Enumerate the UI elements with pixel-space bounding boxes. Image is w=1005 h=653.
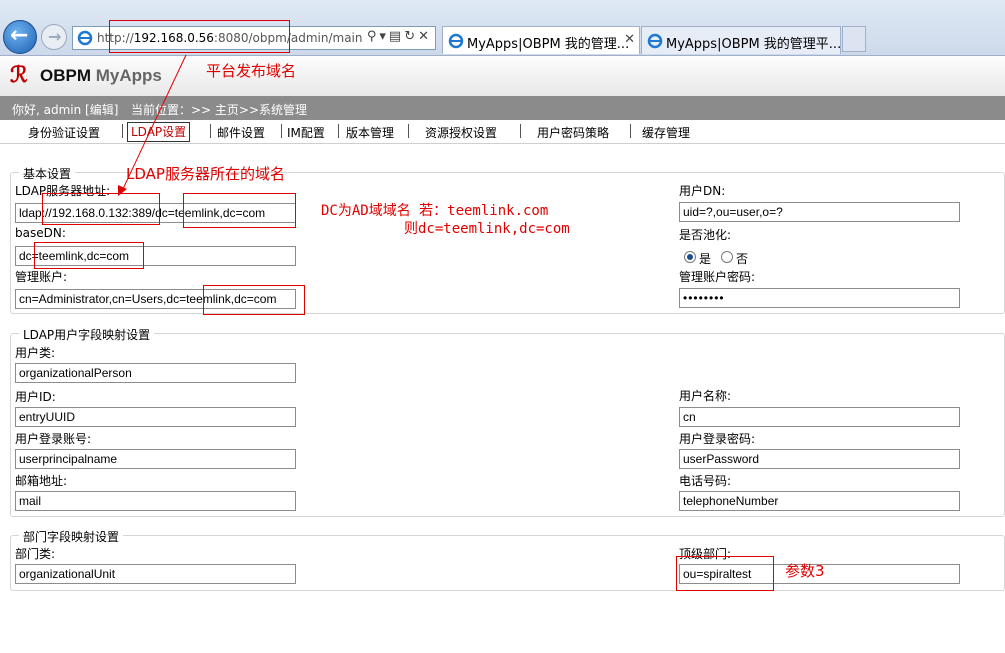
annotation-dc-line1: DC为AD域域名 若：teemlink.com xyxy=(321,203,549,219)
annotation-param3: 参数3 xyxy=(785,562,825,580)
annotation-box-admin-dc xyxy=(203,285,305,315)
annotation-box-basedn xyxy=(34,242,144,269)
annotation-platform-domain: 平台发布域名 xyxy=(206,62,297,80)
annotation-arrows xyxy=(118,54,187,196)
annotation-box-ip xyxy=(42,193,160,225)
annotation-ldap-domain: LDAP服务器所在的域名 xyxy=(126,165,285,183)
annotation-box-top-dept xyxy=(676,556,774,591)
annotation-box-dc xyxy=(183,193,296,228)
annotation-dc-line2: 则dc=teemlink,dc=com xyxy=(404,221,570,237)
